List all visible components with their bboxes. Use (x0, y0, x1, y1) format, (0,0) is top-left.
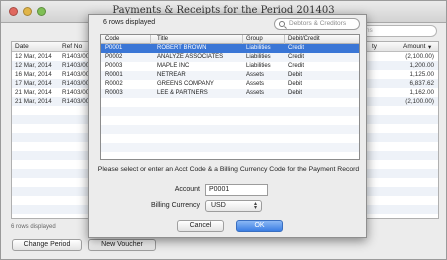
account-group: Assets (246, 81, 265, 87)
empty-row (101, 107, 359, 116)
empty-row (101, 116, 359, 125)
account-debit-credit: Debit (288, 72, 303, 78)
account-title: ROBERT BROWN (157, 45, 207, 51)
account-debit-credit: Credit (288, 45, 305, 51)
voucher-amount: 1,200.00 (409, 62, 434, 69)
account-debit-credit: Debit (288, 90, 303, 96)
account-row[interactable]: P0003 MAPLE INC Liabilities Credit (101, 62, 359, 71)
account-title: MAPLE INC (157, 63, 190, 69)
account-code: P0001 (105, 45, 123, 51)
account-code: R0001 (105, 72, 123, 78)
accounts-list-header: Code Title Group Debit/Credit (101, 35, 359, 44)
voucher-amount: (2,100.00) (405, 53, 434, 60)
voucher-amount: 1,125.00 (409, 71, 434, 78)
account-debit-credit: Credit (288, 54, 305, 60)
column-debit-credit[interactable]: Debit/Credit (288, 36, 320, 42)
column-group[interactable]: Group (246, 36, 263, 42)
column-date[interactable]: Date (15, 43, 29, 50)
column-code[interactable]: Code (105, 36, 119, 42)
account-group: Liabilities (246, 45, 271, 51)
account-title: LEE & PARTNERS (157, 90, 208, 96)
billing-currency-select[interactable]: USD ▴ ▾ (205, 200, 262, 212)
account-debit-credit: Debit (288, 81, 303, 87)
billing-currency-value: USD (211, 202, 226, 209)
account-row[interactable]: R0001 NETREAR Assets Debit (101, 71, 359, 80)
chevron-updown-icon: ▴ ▾ (253, 201, 257, 211)
account-title: NETREAR (157, 72, 186, 78)
account-row[interactable]: R0003 LEE & PARTNERS Assets Debit (101, 89, 359, 98)
account-row[interactable]: P0002 ANALYZE ASSOCIATES Liabilities Credit (101, 53, 359, 62)
column-amount[interactable]: Amount (403, 43, 425, 50)
ok-button[interactable]: OK (236, 220, 283, 232)
sort-descending-icon: ▾ (428, 44, 432, 51)
change-period-button[interactable]: Change Period (12, 239, 82, 251)
voucher-amount: (2,100.00) (405, 98, 434, 105)
account-row[interactable]: R0002 GREENS COMPANY Assets Debit (101, 80, 359, 89)
account-row-selected[interactable]: P0001 ROBERT BROWN Liabilities Credit (101, 44, 359, 53)
accounts-list: Code Title Group Debit/Credit P0001 ROBER… (100, 34, 360, 160)
account-debit-credit: Credit (288, 63, 305, 69)
new-voucher-button[interactable]: New Voucher (88, 239, 156, 251)
account-group: Liabilities (246, 63, 271, 69)
column-title[interactable]: Title (157, 36, 168, 42)
account-code-input[interactable]: P0001 (205, 184, 268, 196)
empty-row (101, 125, 359, 134)
empty-row (101, 98, 359, 107)
account-group: Assets (246, 72, 265, 78)
rows-count-label: 6 rows displayed (103, 19, 156, 26)
voucher-amount: 6,837.62 (409, 80, 434, 87)
debtors-creditors-search-input[interactable]: Debtors & Creditors (274, 18, 360, 30)
account-code: R0002 (105, 81, 123, 87)
empty-row (101, 134, 359, 143)
account-title: GREENS COMPANY (157, 81, 214, 87)
account-selection-sheet: 6 rows displayed Debtors & Creditors Cod… (88, 14, 367, 238)
account-label: Account (174, 186, 200, 193)
voucher-amount: 1,162.00 (409, 89, 434, 96)
account-code: R0003 (105, 90, 123, 96)
voucher-date: 21 Mar, 2014 (15, 89, 52, 96)
empty-row (101, 152, 359, 161)
column-ty[interactable]: ty (372, 43, 377, 50)
search-placeholder: Debtors & Creditors (289, 20, 347, 27)
column-ref-no[interactable]: Ref No (62, 43, 82, 50)
voucher-date: 17 Mar, 2014 (15, 80, 52, 87)
cancel-button[interactable]: Cancel (177, 220, 224, 232)
account-group: Assets (246, 90, 265, 96)
billing-currency-label: Billing Currency (150, 202, 200, 209)
voucher-date: 12 Mar, 2014 (15, 62, 52, 69)
voucher-date: 21 Mar, 2014 (15, 98, 52, 105)
voucher-date: 16 Mar, 2014 (15, 71, 52, 78)
selection-prompt: Please select or enter an Acct Code & a … (97, 166, 360, 173)
voucher-date: 12 Mar, 2014 (15, 53, 52, 60)
account-code: P0003 (105, 63, 123, 69)
account-code: P0002 (105, 54, 123, 60)
background-status-text: 6 rows displayed (11, 224, 56, 230)
empty-row (101, 143, 359, 152)
account-title: ANALYZE ASSOCIATES (157, 54, 224, 60)
account-group: Liabilities (246, 54, 271, 60)
search-icon (279, 21, 285, 27)
